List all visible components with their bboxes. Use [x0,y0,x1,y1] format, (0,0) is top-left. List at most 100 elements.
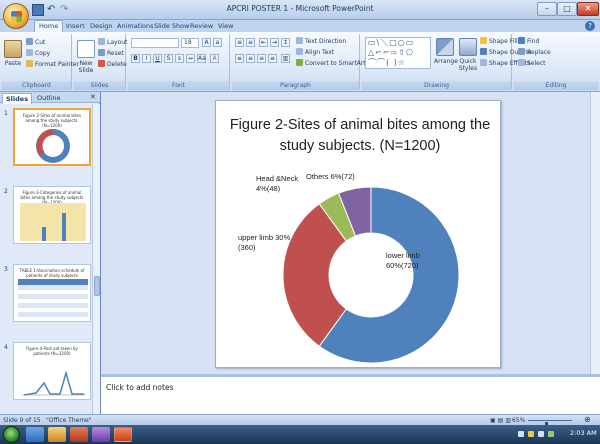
align-left-button[interactable]: ≡ [235,54,244,63]
tab-design[interactable]: Design [86,21,116,32]
doughnut-chart[interactable]: lower limb 60%(720) upper limb 30% (360) Hea… [216,101,502,369]
italic-button[interactable]: I [142,54,151,63]
new-slide-button[interactable]: New Slide [76,40,96,74]
shapes-gallery[interactable]: ▭\＼□○▭ △⌐⌐⇨⇧⬠ ⌒⌒( )☆ [365,37,431,69]
justify-button[interactable]: ≡ [268,54,277,63]
taskbar-app-icon[interactable] [48,427,66,442]
slides-pane: Slides Outline ✕ 1 Figure 2-Sites of ani… [0,92,100,414]
close-button[interactable]: ✕ [577,2,599,16]
editing-label: Editing [514,81,598,90]
tray-icon[interactable] [548,431,554,437]
quick-styles-icon [459,38,477,56]
taskbar-app-icon[interactable] [70,427,88,442]
fit-window-icon[interactable]: ⊕ [584,416,591,424]
taskbar-app-icon[interactable] [92,427,110,442]
zoom-slider[interactable] [528,420,572,429]
select-button[interactable]: Select [518,59,546,68]
notes-placeholder[interactable]: Click to add notes [106,383,173,392]
slides-label: Slides [74,81,125,90]
delete-icon [98,60,105,67]
zoom-level[interactable]: 65% [512,416,525,425]
shape-fill-button[interactable]: Shape Fill [480,37,518,46]
spacing-button[interactable]: ↔ [186,54,195,63]
taskbar-app-icon[interactable] [26,427,44,442]
shadow-button[interactable]: s [175,54,184,63]
drawing-group: ▭\＼□○▭ △⌐⌐⇨⇧⬠ ⌒⌒( )☆ Arrange Quick Styles … [362,34,531,90]
reset-button[interactable]: Reset [98,49,124,58]
paste-button[interactable]: Paste [4,40,22,67]
ribbon: Paste Cut Copy Format Painter Clipboard … [0,32,600,92]
text-direction-button[interactable]: Text Direction [296,37,346,46]
vertical-scrollbar[interactable] [590,92,600,374]
align-right-button[interactable]: ≡ [257,54,266,63]
tab-view[interactable]: View [214,21,237,32]
shape-effects-icon [480,59,487,66]
line-spacing-button[interactable]: ↕ [281,38,290,47]
pane-scrollbar[interactable] [92,104,100,414]
replace-button[interactable]: Replace [518,48,551,57]
change-case-button[interactable]: Aa [197,54,206,63]
tab-slides[interactable]: Slides [2,93,33,104]
notes-pane[interactable]: Click to add notes [101,374,600,414]
thumbnail-number: 2 [4,188,8,195]
decrease-indent-button[interactable]: ⇤ [259,38,268,47]
slide-thumbnail[interactable]: Figure 2-Sites of animal bites among the… [13,108,91,166]
find-button[interactable]: Find [518,37,539,46]
slide-editing-area: Figure 2-Sites of animal bites among the… [101,92,600,374]
tab-outline[interactable]: Outline [34,93,64,103]
numbering-button[interactable]: ≡ [246,38,255,47]
ribbon-tabs: Home Insert Design Animations Slide Show… [0,20,600,32]
font-size-input[interactable]: 18 [181,38,199,48]
quick-styles-button[interactable]: Quick Styles [457,38,479,72]
slide-thumbnail[interactable]: Figure 4-Post aid taken by patients (N=1… [13,342,91,400]
delete-button[interactable]: Delete [98,60,127,69]
tray-icon[interactable] [538,431,544,437]
strikethrough-button[interactable]: S [164,54,173,63]
layout-button[interactable]: Layout [98,38,127,47]
office-button[interactable] [3,3,29,29]
slide-thumbnail[interactable]: TABLE 1-Vaccination schedule of patients… [13,264,91,322]
bullets-button[interactable]: ≡ [235,38,244,47]
copy-button[interactable]: Copy [26,49,50,58]
title-bar: ↶ ↷ APCRI POSTER 1 - Microsoft PowerPoin… [0,0,600,20]
columns-button[interactable]: ▥ [281,54,290,63]
tab-insert[interactable]: Insert [62,21,89,32]
layout-icon [98,38,105,45]
grow-font-button[interactable]: A [202,38,211,47]
font-color-button[interactable]: A [210,54,219,63]
tray-icon[interactable] [518,431,524,437]
align-center-button[interactable]: ≡ [246,54,255,63]
taskbar-app-icon[interactable] [114,427,132,442]
slides-group: New Slide Layout Reset Delete Slides [74,34,127,90]
close-icon[interactable]: ✕ [90,93,96,101]
font-name-input[interactable] [131,38,179,48]
thumbnail-number: 1 [4,110,8,117]
cut-button[interactable]: Cut [26,38,45,47]
chart-data-label: upper limb 30% (360) [238,233,290,252]
theme-name: "Office Theme" [46,417,92,424]
minimize-button[interactable]: – [537,2,557,16]
chart-data-label: Others 6%(72) [306,172,355,181]
start-icon[interactable] [3,426,20,443]
paragraph-group: ≡ ≡ ⇤ ⇥ ↕ ≡ ≡ ≡ ≡ ▥ Text Direction Align… [232,34,366,90]
increase-indent-button[interactable]: ⇥ [270,38,279,47]
shape-outline-icon [480,48,487,55]
shrink-font-button[interactable]: a [213,38,222,47]
tab-home[interactable]: Home [34,20,64,32]
arrange-button[interactable]: Arrange [434,38,458,65]
current-slide[interactable]: Figure 2-Sites of animal bites among the… [215,100,501,368]
help-icon[interactable]: ? [585,21,595,31]
tray-icon[interactable] [528,431,534,437]
format-painter-button[interactable]: Format Painter [26,60,79,69]
thumbnail-plot-area [20,203,86,241]
maximize-button[interactable]: □ [557,2,577,16]
scrollbar-thumb[interactable] [94,276,100,296]
tab-review[interactable]: Review [186,21,217,32]
convert-smartart-button[interactable]: Convert to SmartArt [296,59,366,68]
align-text-button[interactable]: Align Text [296,48,334,57]
clipboard-group: Paste Cut Copy Format Painter Clipboard [2,34,79,90]
underline-button[interactable]: U [153,54,162,63]
slide-thumbnail[interactable]: Figure 3-Categories of animal bites amon… [13,186,91,244]
bold-button[interactable]: B [131,54,140,63]
font-group: 18 A a B I U S s ↔ Aa A Font [128,34,230,90]
